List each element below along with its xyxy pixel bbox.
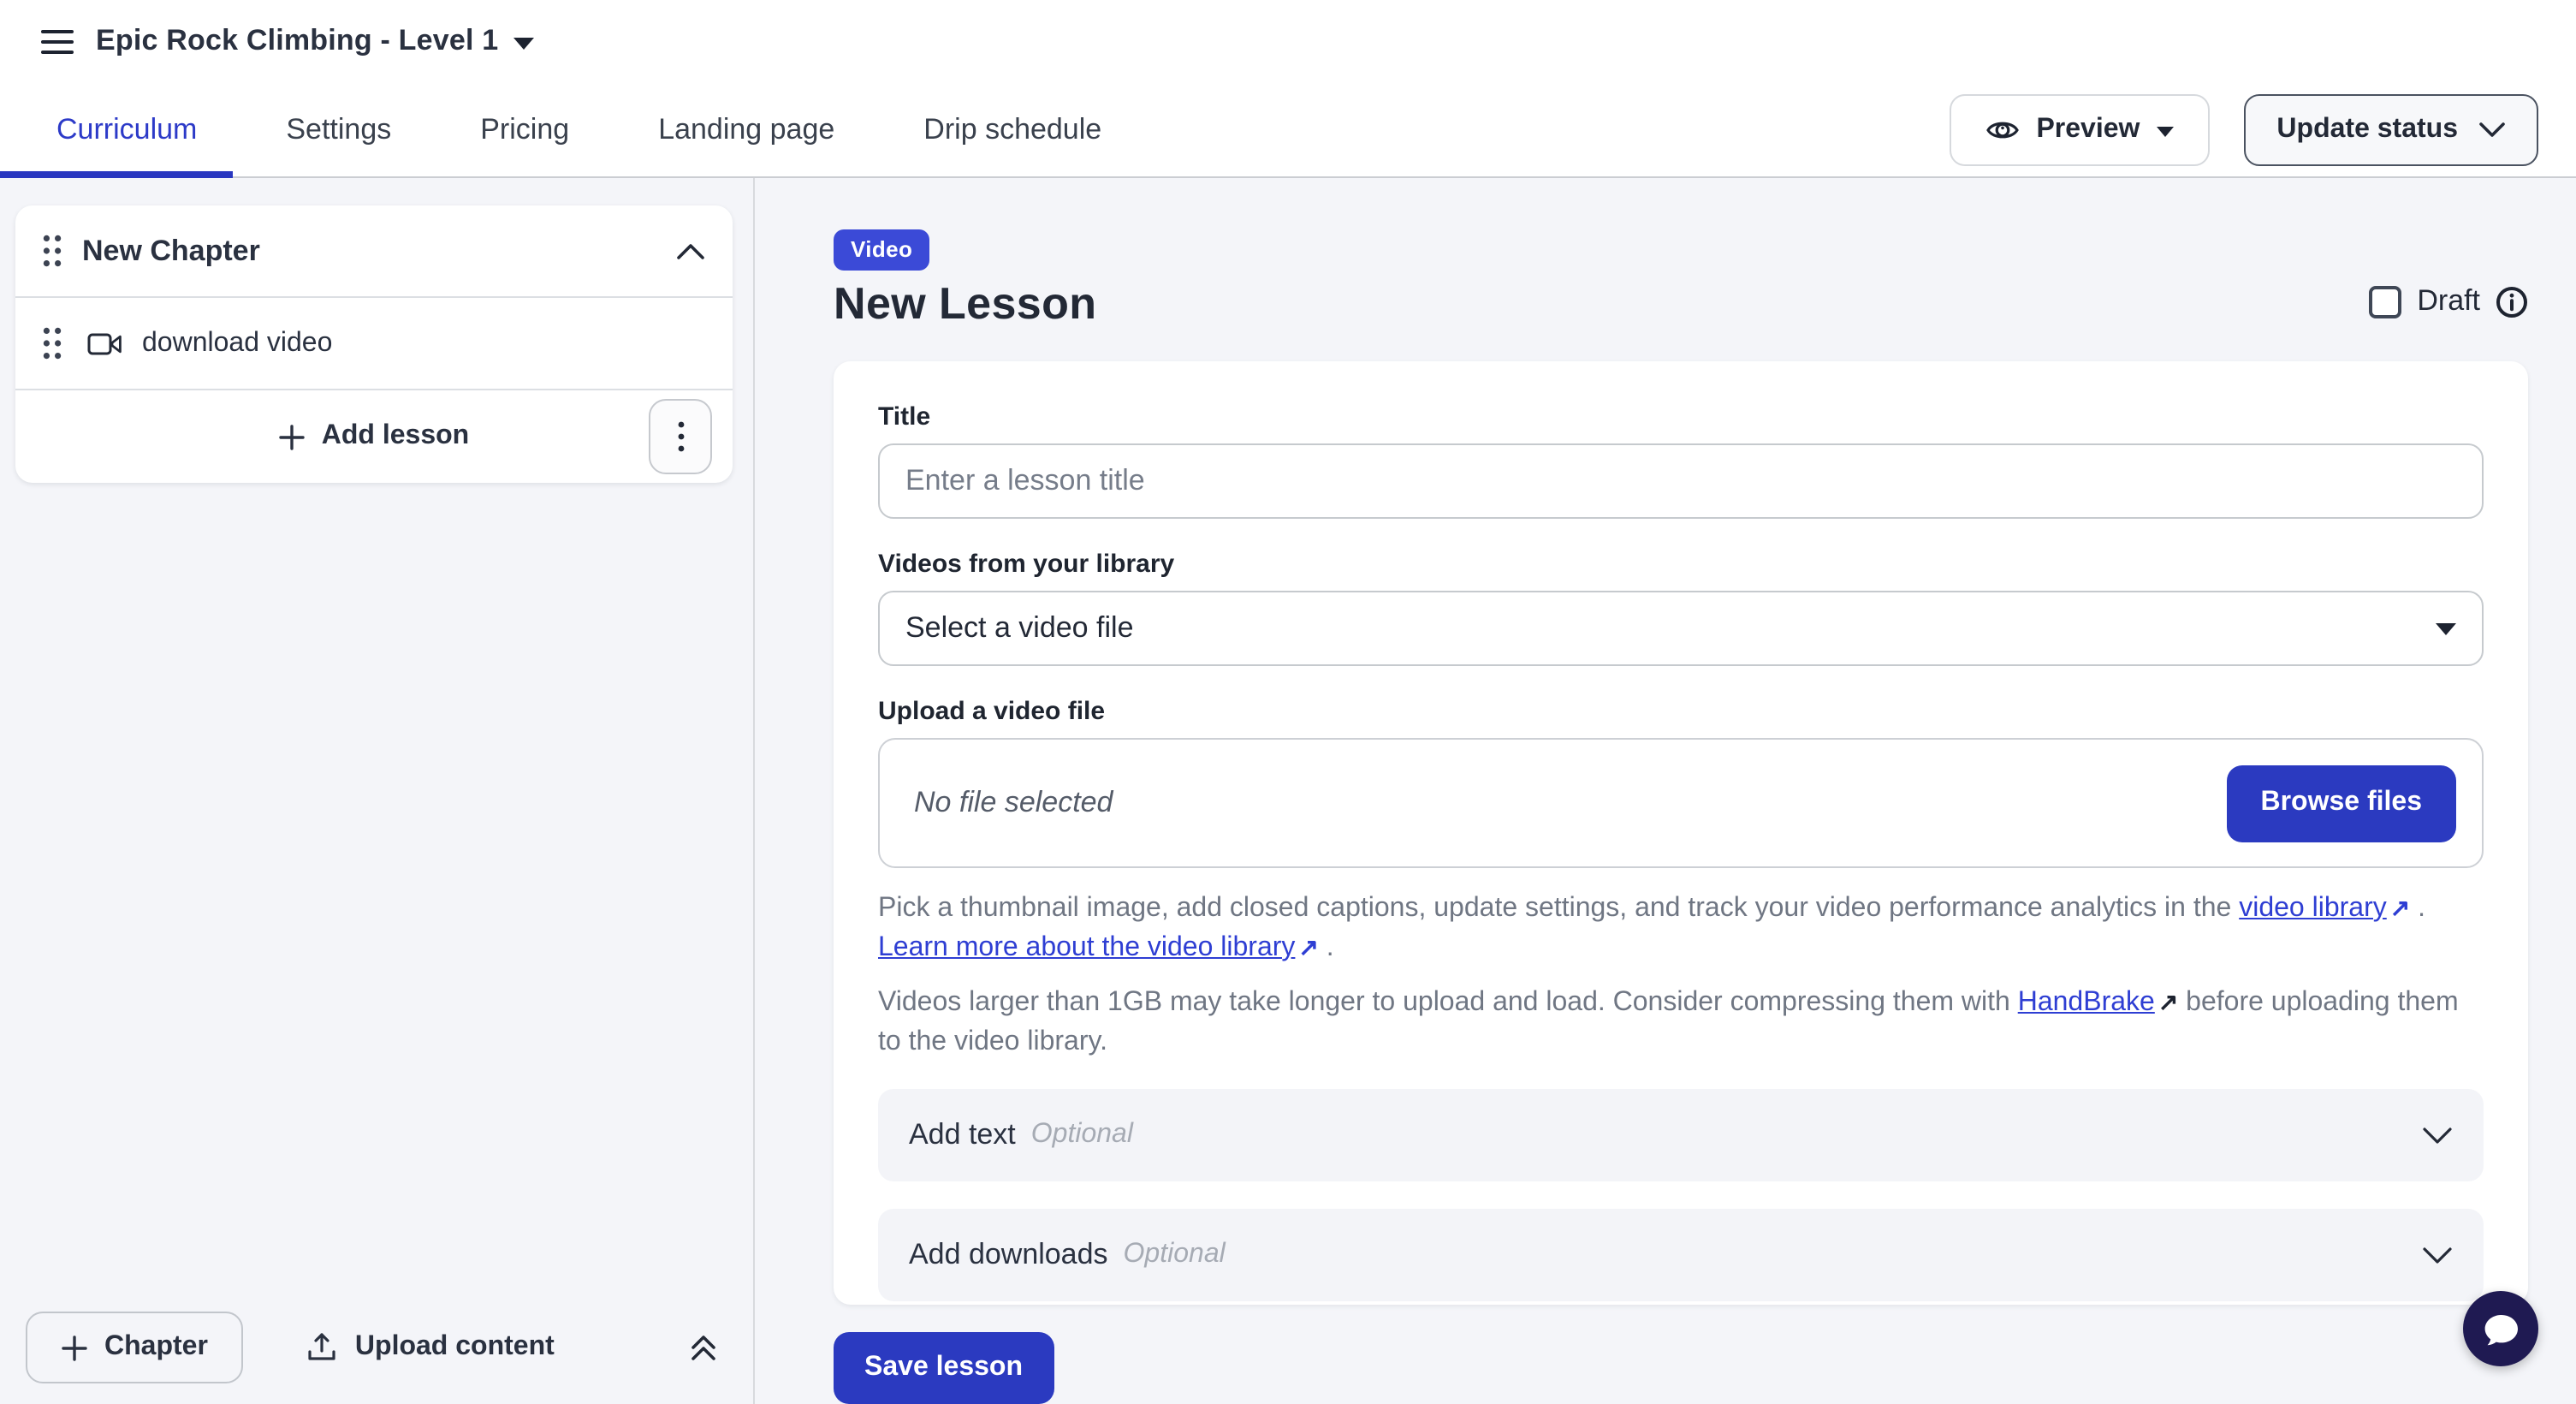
- update-status-label: Update status: [2276, 114, 2458, 145]
- tab-curriculum[interactable]: Curriculum: [12, 82, 241, 176]
- tabbar-actions: Preview Update status: [1949, 93, 2576, 165]
- chapter-card: New Chapter download video: [15, 205, 733, 483]
- chevron-up-icon[interactable]: [676, 242, 705, 259]
- external-link-icon[interactable]: ↗: [1295, 928, 1318, 967]
- lesson-row-title: download video: [142, 328, 332, 359]
- video-library-link[interactable]: video library: [2239, 894, 2387, 923]
- chapter-options-button[interactable]: [649, 399, 712, 474]
- caret-down-icon: [2436, 622, 2456, 634]
- add-chapter-button[interactable]: Chapter: [26, 1312, 244, 1383]
- file-upload-dropzone[interactable]: No file selected Browse files: [878, 738, 2484, 868]
- preview-button[interactable]: Preview: [1949, 93, 2210, 165]
- title-field-label: Title: [878, 402, 2484, 431]
- course-switcher[interactable]: Epic Rock Climbing - Level 1: [96, 24, 534, 58]
- upload-icon: [307, 1332, 338, 1363]
- add-chapter-label: Chapter: [104, 1332, 208, 1363]
- draft-label: Draft: [2417, 284, 2480, 318]
- help-text: Videos larger than 1GB may take longer t…: [878, 988, 2018, 1017]
- preview-button-label: Preview: [2036, 114, 2140, 145]
- upload-field-label: Upload a video file: [878, 697, 2484, 726]
- kebab-menu-icon: [677, 421, 684, 452]
- caret-down-icon: [2157, 126, 2174, 136]
- tabbar: Curriculum Settings Pricing Landing page…: [0, 82, 2576, 178]
- video-library-select[interactable]: Select a video file: [878, 591, 2484, 666]
- chevron-down-icon: [2478, 121, 2506, 138]
- collapse-all-button[interactable]: [688, 1332, 719, 1363]
- no-file-text: No file selected: [914, 786, 1113, 820]
- draft-toggle: Draft: [2369, 284, 2528, 318]
- add-lesson-label: Add lesson: [322, 421, 469, 452]
- tab-drip-schedule[interactable]: Drip schedule: [879, 82, 1146, 176]
- tab-list: Curriculum Settings Pricing Landing page…: [12, 82, 1146, 176]
- info-icon[interactable]: [2496, 285, 2528, 318]
- double-chevron-up-icon: [688, 1332, 719, 1363]
- add-lesson-button[interactable]: Add lesson: [15, 421, 733, 452]
- drag-handle-icon[interactable]: [43, 235, 62, 267]
- lesson-type-badge: Video: [834, 229, 929, 271]
- tab-pricing[interactable]: Pricing: [436, 82, 614, 176]
- chapter-title: New Chapter: [82, 234, 260, 268]
- optional-label: Optional: [1124, 1240, 1226, 1270]
- plus-icon: [62, 1335, 87, 1360]
- add-text-accordion[interactable]: Add text Optional: [878, 1089, 2484, 1181]
- compression-help-text: Videos larger than 1GB may take longer t…: [878, 983, 2484, 1062]
- add-text-label: Add text: [909, 1118, 1016, 1152]
- help-text: .: [2410, 894, 2425, 923]
- draft-checkbox[interactable]: [2369, 285, 2401, 318]
- video-camera-icon: [87, 331, 123, 355]
- lesson-heading-block: Video New Lesson: [834, 229, 1096, 330]
- library-field-group: Videos from your library Select a video …: [878, 550, 2484, 666]
- active-tab-underline: [0, 171, 233, 178]
- external-link-icon[interactable]: ↗: [2387, 889, 2410, 928]
- add-downloads-accordion[interactable]: Add downloads Optional: [878, 1209, 2484, 1301]
- add-downloads-label: Add downloads: [909, 1238, 1108, 1272]
- chat-launcher-button[interactable]: [2463, 1291, 2538, 1366]
- lesson-editor: Video New Lesson Draft Title Vide: [755, 178, 2576, 1404]
- chapter-footer: Add lesson: [15, 390, 733, 483]
- course-builder-app: Epic Rock Climbing - Level 1 Curriculum …: [0, 0, 2576, 1404]
- course-title: Epic Rock Climbing - Level 1: [96, 24, 498, 58]
- title-field-group: Title: [878, 402, 2484, 519]
- upload-field-group: Upload a video file No file selected Bro…: [878, 697, 2484, 868]
- page-body: New Chapter download video: [0, 178, 2576, 1404]
- sidebar-bottom-bar: Chapter Upload content: [0, 1291, 753, 1404]
- upload-content-button[interactable]: Upload content: [307, 1332, 555, 1363]
- optional-label: Optional: [1031, 1120, 1133, 1151]
- curriculum-sidebar: New Chapter download video: [0, 178, 755, 1404]
- chat-bubble-icon: [2482, 1311, 2520, 1347]
- handbrake-link[interactable]: HandBrake: [2018, 988, 2155, 1017]
- lesson-title-input[interactable]: [878, 443, 2484, 519]
- video-library-select-value: Select a video file: [905, 611, 1134, 645]
- chevron-down-icon: [2422, 1246, 2453, 1264]
- caret-down-icon: [513, 37, 534, 49]
- library-field-label: Videos from your library: [878, 550, 2484, 579]
- eye-icon: [1985, 116, 2019, 143]
- lesson-header: Video New Lesson Draft: [834, 229, 2528, 330]
- chevron-down-icon: [2422, 1126, 2453, 1145]
- lesson-row[interactable]: download video: [15, 298, 733, 389]
- help-text: Pick a thumbnail image, add closed capti…: [878, 894, 2239, 923]
- hamburger-menu-icon[interactable]: [27, 12, 86, 70]
- tab-settings[interactable]: Settings: [241, 82, 436, 176]
- help-text: .: [1319, 933, 1334, 962]
- topbar: Epic Rock Climbing - Level 1: [0, 0, 2576, 82]
- update-status-button[interactable]: Update status: [2244, 93, 2538, 165]
- lesson-form-card: Title Videos from your library Select a …: [834, 361, 2528, 1305]
- video-library-help-text: Pick a thumbnail image, add closed capti…: [878, 889, 2484, 967]
- page-title: New Lesson: [834, 277, 1096, 330]
- plus-icon: [279, 424, 305, 449]
- learn-more-link[interactable]: Learn more about the video library: [878, 933, 1295, 962]
- drag-handle-icon[interactable]: [43, 327, 62, 360]
- upload-content-label: Upload content: [355, 1332, 555, 1363]
- save-lesson-button[interactable]: Save lesson: [834, 1332, 1054, 1404]
- browse-files-button[interactable]: Browse files: [2226, 764, 2456, 842]
- tab-landing-page[interactable]: Landing page: [614, 82, 879, 176]
- chapter-header[interactable]: New Chapter: [15, 205, 733, 296]
- external-link-icon: ↗: [2155, 983, 2178, 1022]
